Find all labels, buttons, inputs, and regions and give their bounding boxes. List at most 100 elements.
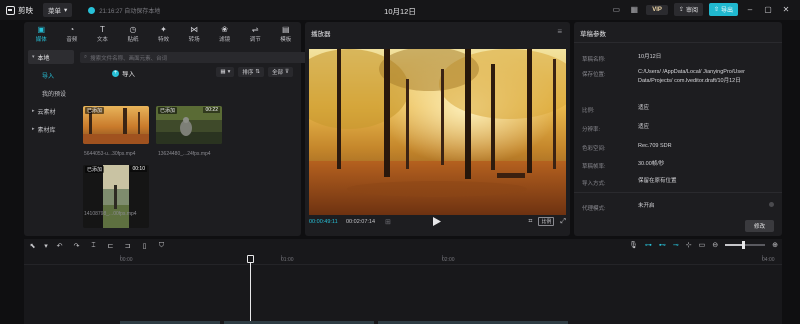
preview-axis-icon[interactable]: ⊸ [673,241,679,249]
zoom-in-icon[interactable]: ⊕ [772,241,778,249]
export-button[interactable]: ⇧ 导出 [708,3,738,16]
menu-icon[interactable]: ≡ [557,27,562,36]
filter-button[interactable]: 全部 ⊽ [267,67,293,77]
play-icon[interactable] [433,217,441,226]
caret-down-icon: ▾ [32,54,35,60]
chevron-down-icon[interactable]: ▾ [41,242,51,250]
tick-label: 04:00 [762,257,775,263]
layout-icon[interactable]: ▦ [628,4,640,15]
tool-text[interactable]: T 文本 [87,22,118,44]
view-mode-button[interactable]: ▦ ▾ [216,67,235,77]
microphone-icon[interactable]: 🎙︎ [629,241,638,249]
time-ruler[interactable]: 00:00 01:00 02:00 04:00 [24,255,782,265]
video-preview[interactable] [309,49,566,215]
modify-button[interactable]: 修改 [744,220,774,232]
link-icon[interactable]: ⊷ [659,241,666,249]
nav-local[interactable]: ▾ 本地 [28,50,74,64]
delete-icon[interactable]: ▯ [136,242,153,250]
autosave-status: 21:16:27 自动保存本地 [88,6,160,15]
prop-label: 色彩空间: [582,146,606,152]
redo-icon[interactable]: ↷ [68,242,85,250]
media-sidenav: ▾ 本地 导入 我的预设 ▸ 云素材 ▸ 素材库 [28,50,74,140]
zoom-knob[interactable] [742,241,746,249]
split-right-icon[interactable]: ⊐ [119,242,136,250]
maximize-icon[interactable]: ▢ [762,5,774,14]
prop-value: 10月12日 [638,54,662,60]
share-icon: ⇪ [678,7,684,13]
tool-label: 贴纸 [127,37,139,43]
split-icon[interactable]: ⌶ [85,242,102,250]
media-clip[interactable]: 已添加 [83,106,149,144]
close-icon[interactable]: ✕ [780,5,792,14]
caption-icon[interactable]: ▭ [699,241,706,249]
timeline-grid-icon[interactable]: ⊞ [385,218,391,226]
fullscreen-icon[interactable]: ⤢ [560,218,566,226]
menu-button[interactable]: 菜单 ▾ [43,3,73,17]
marker-icon[interactable]: ⛉ [153,242,170,250]
media-clip[interactable]: 已添加 00:22 [156,106,222,144]
prop-label: 比例: [582,108,595,114]
ratio-button[interactable]: 比例 [538,217,555,226]
zoom-slider[interactable] [725,241,766,249]
info-icon[interactable] [769,202,774,207]
prop-label: 保存位置: [582,72,606,78]
tool-label: 模板 [280,37,292,43]
prop-label: 代理模式: [582,206,606,212]
split-left-icon[interactable]: ⊏ [102,242,119,250]
text-icon: T [99,24,105,34]
filter-icon: ❀ [221,24,228,34]
import-button-label: 导入 [122,71,135,78]
tool-transition[interactable]: ⋈ 转场 [179,22,210,44]
export-icon: ⇧ [713,7,719,13]
total-time: 00:02:07:14 [346,219,376,225]
nav-library-label: 素材库 [37,127,56,134]
cloud-save-icon [88,6,96,14]
effects-icon: ✦ [160,24,167,34]
tool-template[interactable]: ▤ 模板 [271,22,302,44]
magnet-icon[interactable]: ⊶ [645,241,652,249]
screen-icon[interactable]: ▭ [610,4,622,15]
undo-icon[interactable]: ↶ [51,242,68,250]
props-title: 草稿参数 [580,31,606,38]
clip-filename: 13624480_...24fps.mp4 [158,151,211,157]
tool-effects[interactable]: ✦ 特效 [148,22,179,44]
select-pointer-icon[interactable]: ⬉ [24,242,41,250]
vip-badge[interactable]: VIP [646,4,668,15]
tool-adjust[interactable]: ⇌ 调节 [240,22,271,44]
tool-sticker[interactable]: ◷ 贴纸 [118,22,149,44]
tool-label: 特效 [158,37,170,43]
tool-media[interactable]: ▣ 媒体 [26,22,57,44]
tool-audio[interactable]: ◔ 音频 [57,22,88,44]
crop-icon[interactable]: ⌗ [528,218,532,226]
tool-label: 调节 [249,37,261,43]
media-icon: ▣ [37,24,46,34]
prop-label: 草稿名称: [582,57,606,63]
sort-label: 排序 [242,70,254,76]
clip-thumbnail [83,165,149,228]
nav-my-presets[interactable]: 我的预设 [28,86,74,100]
sort-button[interactable]: 排序 ⇅ [238,67,264,77]
player-panel: 播放器 ≡ 00:00:49:11 00:02:07:14 ⊞ ⌗ 比例 ⤢ [305,22,570,236]
snap-icon[interactable]: ⊹ [686,241,692,249]
current-time: 00:00:49:11 [309,219,338,225]
tick-label: 00:00 [120,257,133,263]
nav-library[interactable]: ▸ 素材库 [28,122,74,136]
zoom-out-icon[interactable]: ⊖ [712,241,718,249]
clip-duration: 00:10 [130,166,147,172]
added-badge: 已添加 [85,166,105,173]
prop-value: 30.00帧/秒 [638,161,665,167]
share-button[interactable]: ⇪ 审阅 [673,3,703,16]
tool-label: 转场 [188,37,200,43]
media-clip[interactable]: 已添加 00:10 [83,165,149,228]
search-placeholder: 搜索文件名称、画面元素、台词 [90,55,168,62]
playhead-handle[interactable] [247,255,254,263]
zoom-fill [725,244,744,246]
nav-cloud[interactable]: ▸ 云素材 [28,104,74,118]
timeline-right-tools: 🎙︎ ⊶ ⊷ ⊸ ⊹ ▭ ⊖ ⊕ [629,241,778,249]
minimize-icon[interactable]: – [744,5,756,14]
draft-params-panel: 草稿参数 草稿名称: 10月12日 保存位置: C:/Users/ /AppDa… [574,22,782,236]
nav-import[interactable]: 导入 [28,68,74,82]
tool-filter[interactable]: ❀ 滤镜 [209,22,240,44]
search-input[interactable]: ⌕ 搜索文件名称、画面元素、台词 [80,52,318,63]
import-button[interactable]: + 导入 [112,68,135,78]
